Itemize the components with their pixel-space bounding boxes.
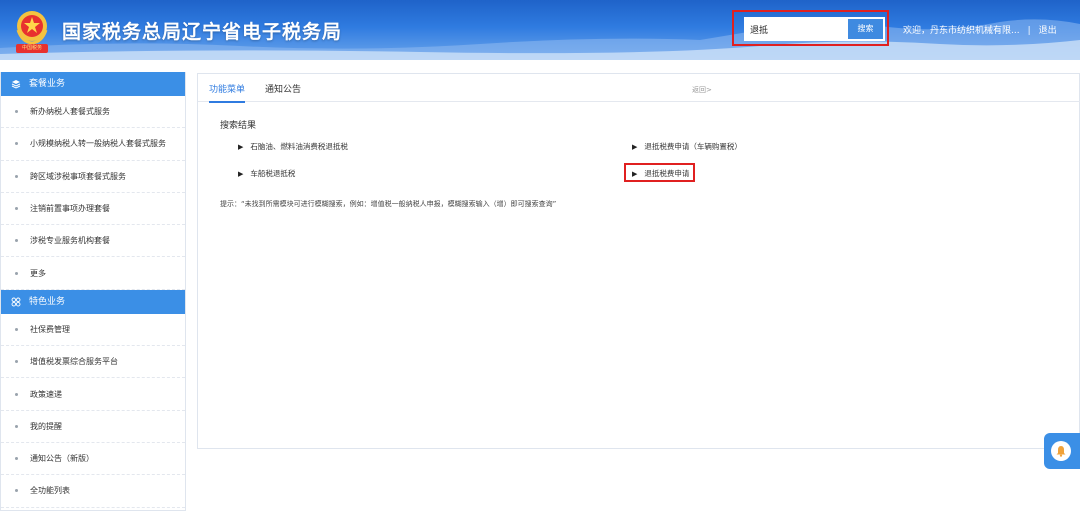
bullet-dot [15, 489, 18, 493]
triangle-right-icon: ▶ [632, 142, 638, 151]
floating-notification-button[interactable] [1044, 433, 1080, 469]
result-label: 退抵税费申请（车辆购置税） [644, 142, 742, 151]
sidebar-item-label: 全功能列表 [30, 486, 70, 496]
tab-function-menu[interactable]: 功能菜单 [209, 82, 246, 103]
bullet-dot [15, 142, 18, 146]
results-title: 搜索结果 [220, 121, 257, 131]
tax-emblem-logo: 中国税务 [12, 6, 52, 54]
bullet-dot [15, 207, 18, 211]
top-header: 中国税务 国家税务总局辽宁省电子税务局 搜索 欢迎，丹东市纺织机械有限...|退… [0, 0, 1080, 60]
sidebar-item-label: 更多 [30, 268, 46, 278]
user-area: 欢迎，丹东市纺织机械有限... | 退出 [903, 23, 1057, 36]
logout-link[interactable]: 退出 [1039, 26, 1057, 36]
bullet-dot [15, 327, 18, 331]
bullet-dot [15, 360, 18, 364]
section-header-featured[interactable]: 特色业务 [1, 289, 185, 314]
sidebar-item-all-functions[interactable]: 全功能列表 [1, 475, 185, 508]
sidebar-item-policy[interactable]: 政策速递 [1, 378, 185, 411]
sidebar-item-label: 通知公告（新版） [30, 454, 94, 464]
bullet-dot [15, 110, 18, 114]
logo-band-text: 中国税务 [16, 44, 48, 53]
site-title: 国家税务总局辽宁省电子税务局 [62, 21, 343, 43]
tab-bar: 功能菜单 通知公告 返回> [198, 74, 1080, 103]
layers-icon [11, 80, 21, 89]
sidebar-item-new-taxpayer[interactable]: 新办纳税人套餐式服务 [1, 96, 185, 129]
emblem-icon [16, 11, 48, 45]
tab-notices[interactable]: 通知公告 [265, 82, 301, 95]
bullet-dot [15, 239, 18, 243]
search-hint: 提示：“未找到所需模块可进行模糊搜索，例如：增值税一般纳税人申报，模糊搜索输入（… [220, 200, 557, 208]
bullet-dot [15, 457, 18, 461]
sidebar-item-label: 注销前置事项办理套餐 [30, 204, 110, 214]
bullet-dot [15, 424, 18, 428]
sidebar-item-more[interactable]: 更多 [1, 257, 185, 290]
triangle-right-icon: ▶ [238, 142, 244, 151]
result-label: 车船税退抵税 [250, 169, 296, 178]
bullet-dot [15, 392, 18, 396]
sidebar-item-label: 新办纳税人套餐式服务 [30, 107, 110, 117]
header-separator: | [1027, 26, 1031, 36]
sidebar-item-tax-agency[interactable]: 涉税专业服务机构套餐 [1, 225, 185, 258]
sidebar-item-vat-invoice[interactable]: 增值税发票综合服务平台 [1, 346, 185, 379]
sidebar-item-label: 政策速递 [30, 389, 62, 399]
triangle-right-icon: ▶ [238, 169, 244, 178]
sidebar: 套餐业务 新办纳税人套餐式服务 小规模纳税人转一般纳税人套餐式服务 跨区域涉税事… [0, 72, 186, 511]
section-header-package[interactable]: 套餐业务 [1, 72, 185, 96]
sidebar-item-label: 小规模纳税人转一般纳税人套餐式服务 [30, 139, 166, 149]
sidebar-item-label: 增值税发票综合服务平台 [30, 357, 118, 367]
sidebar-item-label: 社保费管理 [30, 324, 70, 334]
bell-icon-container [1051, 441, 1071, 461]
sidebar-item-label: 我的提醒 [30, 421, 62, 431]
sidebar-item-notices[interactable]: 通知公告（新版） [1, 443, 185, 476]
welcome-user-link[interactable]: 欢迎，丹东市纺织机械有限... [903, 26, 1020, 36]
bullet-dot [15, 271, 18, 275]
bell-icon [1056, 446, 1066, 457]
result-highlight-box [624, 163, 695, 182]
grid-icon [11, 297, 21, 307]
sidebar-item-label: 跨区域涉税事项套餐式服务 [30, 171, 126, 181]
sidebar-item-social-insurance[interactable]: 社保费管理 [1, 314, 185, 347]
section-title: 特色业务 [29, 296, 66, 307]
search-highlight-box [732, 10, 889, 46]
bullet-dot [15, 174, 18, 178]
main-panel: 功能菜单 通知公告 返回> 搜索结果 ▶ 石脑油、燃料油消费税退抵税 ▶ 退抵税… [197, 73, 1080, 449]
sidebar-item-cross-region[interactable]: 跨区域涉税事项套餐式服务 [1, 161, 185, 193]
sidebar-item-deregistration[interactable]: 注销前置事项办理套餐 [1, 193, 185, 226]
sidebar-item-small-to-general[interactable]: 小规模纳税人转一般纳税人套餐式服务 [1, 128, 185, 161]
back-link[interactable]: 返回> [692, 85, 712, 95]
section-title: 套餐业务 [29, 79, 66, 89]
sidebar-item-reminders[interactable]: 我的提醒 [1, 411, 185, 443]
result-vessel-tax-refund[interactable]: ▶ 车船税退抵税 [238, 168, 295, 179]
sidebar-item-label: 涉税专业服务机构套餐 [30, 236, 110, 246]
result-refund-vehicle-purchase-tax[interactable]: ▶ 退抵税费申请（车辆购置税） [632, 141, 742, 152]
result-label: 石脑油、燃料油消费税退抵税 [250, 142, 348, 151]
result-naphtha-fuel-oil-refund[interactable]: ▶ 石脑油、燃料油消费税退抵税 [238, 141, 348, 152]
